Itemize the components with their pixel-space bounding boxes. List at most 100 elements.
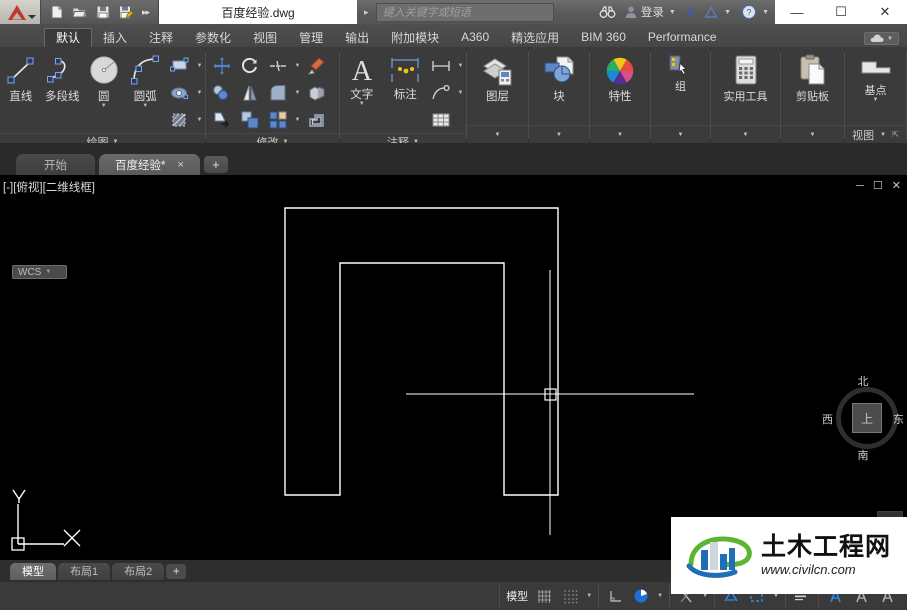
fillet-button[interactable] [264,80,292,106]
ribbon-tab-insert[interactable]: 插入 [92,28,138,47]
new-file-button[interactable] [47,3,67,22]
new-drawing-tab-button[interactable]: + [203,156,228,173]
sign-in-button[interactable]: 登录 ▼ [620,4,682,20]
utilities-button[interactable]: 实用工具 [712,51,780,103]
ribbon-tab-output[interactable]: 输出 [334,28,380,47]
ribbon-tab-featured-apps[interactable]: 精选应用 [500,28,570,47]
add-layout-button[interactable]: + [166,563,187,579]
line-button[interactable]: 直线 [0,51,42,103]
search-input[interactable]: 键入关键字或短语 [375,2,554,22]
qat-more-button[interactable]: ▸▸ [139,7,152,18]
circle-dropdown-icon[interactable]: ▼ [101,103,107,110]
dimension-style-button[interactable] [427,53,455,79]
search-help-button[interactable] [595,5,620,19]
hatch-button[interactable] [166,80,194,106]
stretch-button[interactable] [208,107,236,133]
panel-view-dialog-launcher-icon[interactable]: ⇱ [892,130,899,139]
ribbon-tab-performance[interactable]: Performance [637,28,728,47]
basepoint-dropdown-icon[interactable]: ▼ [873,97,879,104]
move-button[interactable] [208,53,236,79]
save-as-button[interactable] [116,3,136,22]
panel-properties-expand[interactable]: ▼ [590,125,650,143]
circle-button[interactable]: 圆 ▼ [83,51,125,110]
status-grid-button[interactable] [531,585,557,607]
drawing-canvas[interactable]: [-][俯视][二维线框] ─ ☐ ✕ 上 北 南 西 东 WCS ▼ [0,175,907,560]
arc-dropdown-icon[interactable]: ▼ [142,103,148,110]
status-model-space-button[interactable]: 模型 [503,585,531,607]
panel-clipboard-expand[interactable]: ▼ [781,125,844,143]
maximize-button[interactable]: ☐ [819,0,863,24]
save-file-button[interactable] [93,3,113,22]
trim-dropdown-icon[interactable]: ▼ [292,63,303,69]
dimension-style-dropdown-icon[interactable]: ▼ [455,63,466,69]
panel-utilities-expand[interactable]: ▼ [711,125,780,143]
view-cube-west-label[interactable]: 西 [822,411,833,427]
view-cube-face[interactable]: 上 [852,403,882,433]
explode-button[interactable] [303,80,331,106]
paste-button[interactable]: 剪贴板 [782,51,844,103]
status-polar-chevron-icon[interactable]: ▼ [654,593,666,599]
layer-properties-button[interactable]: 图层 [468,51,528,103]
file-tab-drawing[interactable]: 百度经验* × [99,154,200,175]
ribbon-tab-default[interactable]: 默认 [44,28,93,47]
document-title-arrow-icon[interactable]: ▸ [357,7,376,18]
view-cube-north-label[interactable]: 北 [822,373,904,389]
file-tab-start[interactable]: 开始 [16,154,95,175]
dimension-button[interactable]: 标注 [384,51,428,101]
minimize-button[interactable]: — [775,0,819,24]
leader-dropdown-icon[interactable]: ▼ [455,90,466,96]
ribbon-minimize-chevron-icon[interactable]: ▼ [887,36,893,42]
panel-block-expand[interactable]: ▼ [529,125,589,143]
rotate-button[interactable] [236,53,264,79]
wcs-selector[interactable]: WCS ▼ [12,265,67,279]
layout-tab-layout2[interactable]: 布局2 [112,562,165,580]
status-polar-button[interactable] [628,585,654,607]
array-dropdown-icon[interactable]: ▼ [292,117,303,123]
file-tab-close-icon[interactable]: × [177,159,183,171]
panel-view-expand-icon[interactable]: ▼ [880,132,886,138]
ribbon-tab-parametric[interactable]: 参数化 [184,28,242,47]
autodesk-chevron-icon[interactable]: ▼ [722,9,733,16]
trim-button[interactable] [264,53,292,79]
panel-groups-expand[interactable]: ▼ [651,125,710,143]
properties-button[interactable]: 特性 [591,51,649,103]
erase-button[interactable] [303,53,331,79]
rectangle-dropdown-icon[interactable]: ▼ [194,63,205,69]
copy-button[interactable] [208,80,236,106]
status-ortho-button[interactable] [602,585,628,607]
wcs-chevron-icon[interactable]: ▼ [45,269,51,275]
ribbon-tab-bim360[interactable]: BIM 360 [570,28,637,47]
fillet-dropdown-icon[interactable]: ▼ [292,90,303,96]
layout-tab-model[interactable]: 模型 [10,562,56,580]
arc-button[interactable]: 圆弧 ▼ [125,51,167,110]
scale-button[interactable] [236,107,264,133]
ribbon-tab-view[interactable]: 视图 [242,28,288,47]
autodesk-app-button[interactable]: ▼ [699,5,737,19]
ribbon-tab-annotate[interactable]: 注释 [138,28,184,47]
panel-utilities-chevron-icon[interactable]: ▼ [743,132,749,138]
ribbon-tab-addins[interactable]: 附加模块 [380,28,450,47]
insert-block-button[interactable]: 块 [530,51,588,103]
close-button[interactable]: ✕ [863,0,907,24]
open-file-button[interactable] [70,3,90,22]
table-button[interactable] [427,107,455,133]
help-button[interactable]: ? ▼ [737,4,775,20]
group-button[interactable]: 组 [653,51,709,93]
application-menu-button[interactable] [0,0,41,24]
view-cube[interactable]: 上 北 南 西 东 [822,375,904,463]
chevron-down-icon[interactable] [28,15,36,19]
basepoint-button[interactable]: 基点 ▼ [847,51,905,104]
text-button[interactable]: A 文字 ▼ [340,51,384,108]
array-button[interactable] [264,107,292,133]
panel-clipboard-chevron-icon[interactable]: ▼ [810,132,816,138]
autodesk-exchange-button[interactable]: X [682,4,699,20]
panel-layers-expand[interactable]: ▼ [467,125,528,143]
ribbon-minimize-button[interactable]: ▼ [864,32,899,45]
view-cube-east-label[interactable]: 东 [893,411,904,427]
mirror-button[interactable] [236,80,264,106]
view-cube-south-label[interactable]: 南 [822,447,904,463]
panel-properties-chevron-icon[interactable]: ▼ [617,132,623,138]
sign-in-chevron-icon[interactable]: ▼ [667,9,678,16]
panel-block-chevron-icon[interactable]: ▼ [556,132,562,138]
ribbon-tab-manage[interactable]: 管理 [288,28,334,47]
